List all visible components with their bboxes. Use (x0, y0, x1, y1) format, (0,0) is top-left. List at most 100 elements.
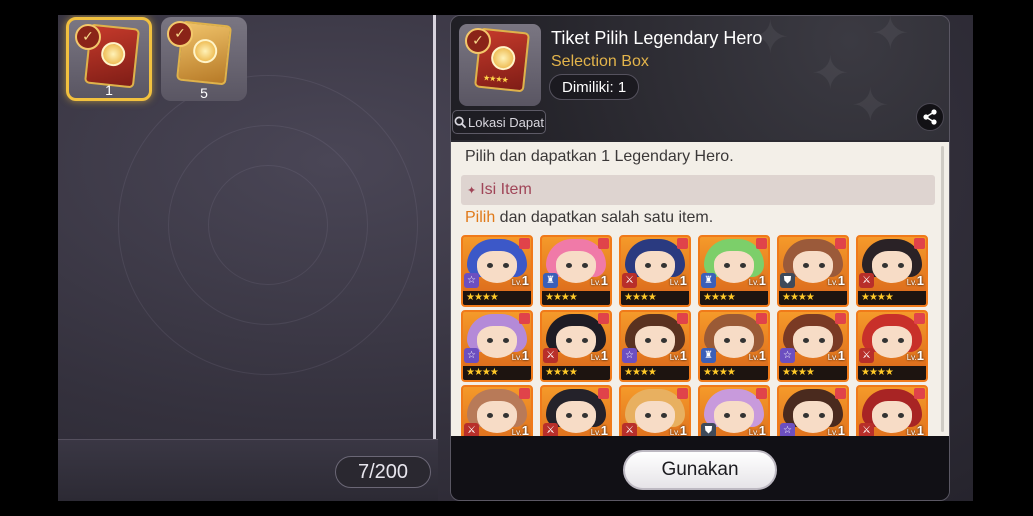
hero-card[interactable]: ⚔Lv.1★★★★ (619, 385, 691, 436)
warrior-class-icon: ⚔ (859, 273, 874, 288)
hero-eye (566, 263, 572, 268)
element-badge-icon (914, 238, 925, 249)
hero-stars: ★★★★ (621, 291, 689, 305)
hero-eye (503, 338, 509, 343)
hero-eye (819, 413, 825, 418)
hero-eye (582, 263, 588, 268)
element-badge-icon (835, 238, 846, 249)
hero-card[interactable]: ⚔Lv.1★★★★ (856, 235, 928, 307)
hero-level: Lv.1 (590, 273, 608, 288)
hero-level: Lv.1 (669, 423, 687, 436)
sparkle-decoration: ✦ (811, 46, 850, 100)
hero-card[interactable]: ☆Lv.1★★★★ (777, 310, 849, 382)
source-location-label: Lokasi Dapat (468, 114, 544, 130)
inventory-slot[interactable]: ✓ 5 (161, 17, 247, 101)
hero-eye (566, 413, 572, 418)
hero-card[interactable]: ⛊Lv.1★★★★ (698, 385, 770, 436)
hero-card[interactable]: ⛊Lv.1★★★★ (777, 235, 849, 307)
hero-stars: ★★★★ (621, 366, 689, 380)
hero-stars: ★★★★ (542, 291, 610, 305)
hero-level: Lv.1 (590, 423, 608, 436)
hero-level: Lv.1 (511, 423, 529, 436)
diamond-icon: ✦ (467, 183, 477, 197)
share-button[interactable] (916, 103, 944, 131)
item-title: Tiket Pilih Legendary Hero (551, 28, 763, 48)
hero-eye (819, 263, 825, 268)
slot-count: 1 (105, 82, 113, 98)
hero-card[interactable]: ⚔Lv.1★★★★ (856, 310, 928, 382)
hero-card[interactable]: ⚔Lv.1★★★★ (540, 385, 612, 436)
hero-level: Lv.1 (748, 423, 766, 436)
tank-class-icon: ♜ (701, 273, 716, 288)
hero-eye (898, 263, 904, 268)
magic-class-icon: ☆ (464, 348, 479, 363)
hero-card[interactable]: ☆Lv.1★★★★ (461, 310, 533, 382)
hero-card[interactable]: ☆Lv.1★★★★ (461, 235, 533, 307)
sparkle-decoration: ✦ (871, 15, 910, 60)
warrior-class-icon: ⚔ (622, 423, 637, 436)
ranger-class-icon: ⛊ (780, 273, 795, 288)
divider (433, 15, 436, 439)
hero-level: Lv.1 (590, 348, 608, 363)
use-button[interactable]: Gunakan (623, 450, 777, 490)
hero-eye (661, 338, 667, 343)
hero-eye (898, 338, 904, 343)
section-header-label: Isi Item (480, 181, 532, 198)
hero-stars: ★★★★ (700, 291, 768, 305)
warrior-class-icon: ⚔ (859, 423, 874, 436)
inventory-slot[interactable]: ✓ 1 (66, 17, 152, 101)
item-thumbnail: ★★★★ ✓ (459, 24, 541, 106)
hero-card[interactable]: ☆Lv.1★★★★ (777, 385, 849, 436)
hero-eye (645, 263, 651, 268)
instruction-highlight: Pilih (465, 209, 496, 226)
hero-level: Lv.1 (748, 273, 766, 288)
element-badge-icon (519, 313, 530, 324)
source-location-button[interactable]: Lokasi Dapat (452, 110, 546, 134)
item-description: Pilih dan dapatkan 1 Legendary Hero. (465, 148, 734, 165)
hero-card[interactable]: ♜ Lv.1 ★★★★ (698, 235, 770, 307)
instruction-text: dan dapatkan salah satu item. (495, 209, 714, 226)
item-detail-panel: ✦ ✦ ✦ ✦ ★★★★ ✓ Tiket Pilih Legendary Her… (450, 15, 950, 501)
owned-count: Dimiliki: 1 (549, 74, 640, 100)
hero-card[interactable]: ⚔ Lv.1 ★★★★ (619, 235, 691, 307)
hero-eye (882, 263, 888, 268)
inventory-screen: ✓ 1 ✓ 5 7/200 ✦ ✦ ✦ ✦ ★★★★ ✓ Tiket Pilih Le… (58, 15, 973, 501)
hero-level: Lv.1 (669, 273, 687, 288)
magic-class-icon: ☆ (622, 348, 637, 363)
element-badge-icon (756, 313, 767, 324)
hero-eye (487, 338, 493, 343)
element-badge-icon (756, 238, 767, 249)
hero-eye (740, 413, 746, 418)
element-badge-icon (835, 313, 846, 324)
hero-grid: ☆ Lv.1 ★★★★ ♜ Lv.1 ★★★★ ⚔ Lv.1 ★★★★ ♜ Lv.1 ★★★★ ⛊ Lv.… (461, 235, 935, 436)
element-badge-icon (914, 313, 925, 324)
hero-eye (566, 338, 572, 343)
hero-card[interactable]: ♜ Lv.1 ★★★★ (698, 310, 770, 382)
warrior-class-icon: ⚔ (622, 273, 637, 288)
hero-level: Lv.1 (906, 273, 924, 288)
warrior-class-icon: ⚔ (543, 348, 558, 363)
hero-level: Lv.1 (827, 273, 845, 288)
element-badge-icon (677, 313, 688, 324)
hero-eye (882, 413, 888, 418)
warrior-class-icon: ⚔ (543, 423, 558, 436)
hero-level: Lv.1 (906, 348, 924, 363)
hero-card[interactable]: ⚔Lv.1★★★★ (461, 385, 533, 436)
slot-count: 5 (200, 85, 208, 101)
hero-card[interactable]: ⚔Lv.1★★★★ (856, 385, 928, 436)
hero-level: Lv.1 (669, 348, 687, 363)
hero-card[interactable]: ☆ Lv.1 ★★★★ (619, 310, 691, 382)
hero-level: Lv.1 (827, 348, 845, 363)
inventory-footer: 7/200 (58, 439, 438, 501)
element-badge-icon (914, 388, 925, 399)
hero-card[interactable]: ♜ Lv.1 ★★★★ (540, 235, 612, 307)
item-detail-header: ✦ ✦ ✦ ✦ ★★★★ ✓ Tiket Pilih Legendary Her… (451, 16, 949, 140)
magic-class-icon: ☆ (780, 423, 795, 436)
item-detail-body[interactable]: Pilih dan dapatkan 1 Legendary Hero. ✦ I… (451, 142, 949, 436)
hero-card[interactable]: ⚔Lv.1★★★★ (540, 310, 612, 382)
scrollbar[interactable] (941, 146, 944, 432)
hero-stars: ★★★★ (700, 366, 768, 380)
search-icon (454, 116, 467, 128)
hero-eye (740, 338, 746, 343)
check-icon: ✓ (465, 28, 491, 54)
